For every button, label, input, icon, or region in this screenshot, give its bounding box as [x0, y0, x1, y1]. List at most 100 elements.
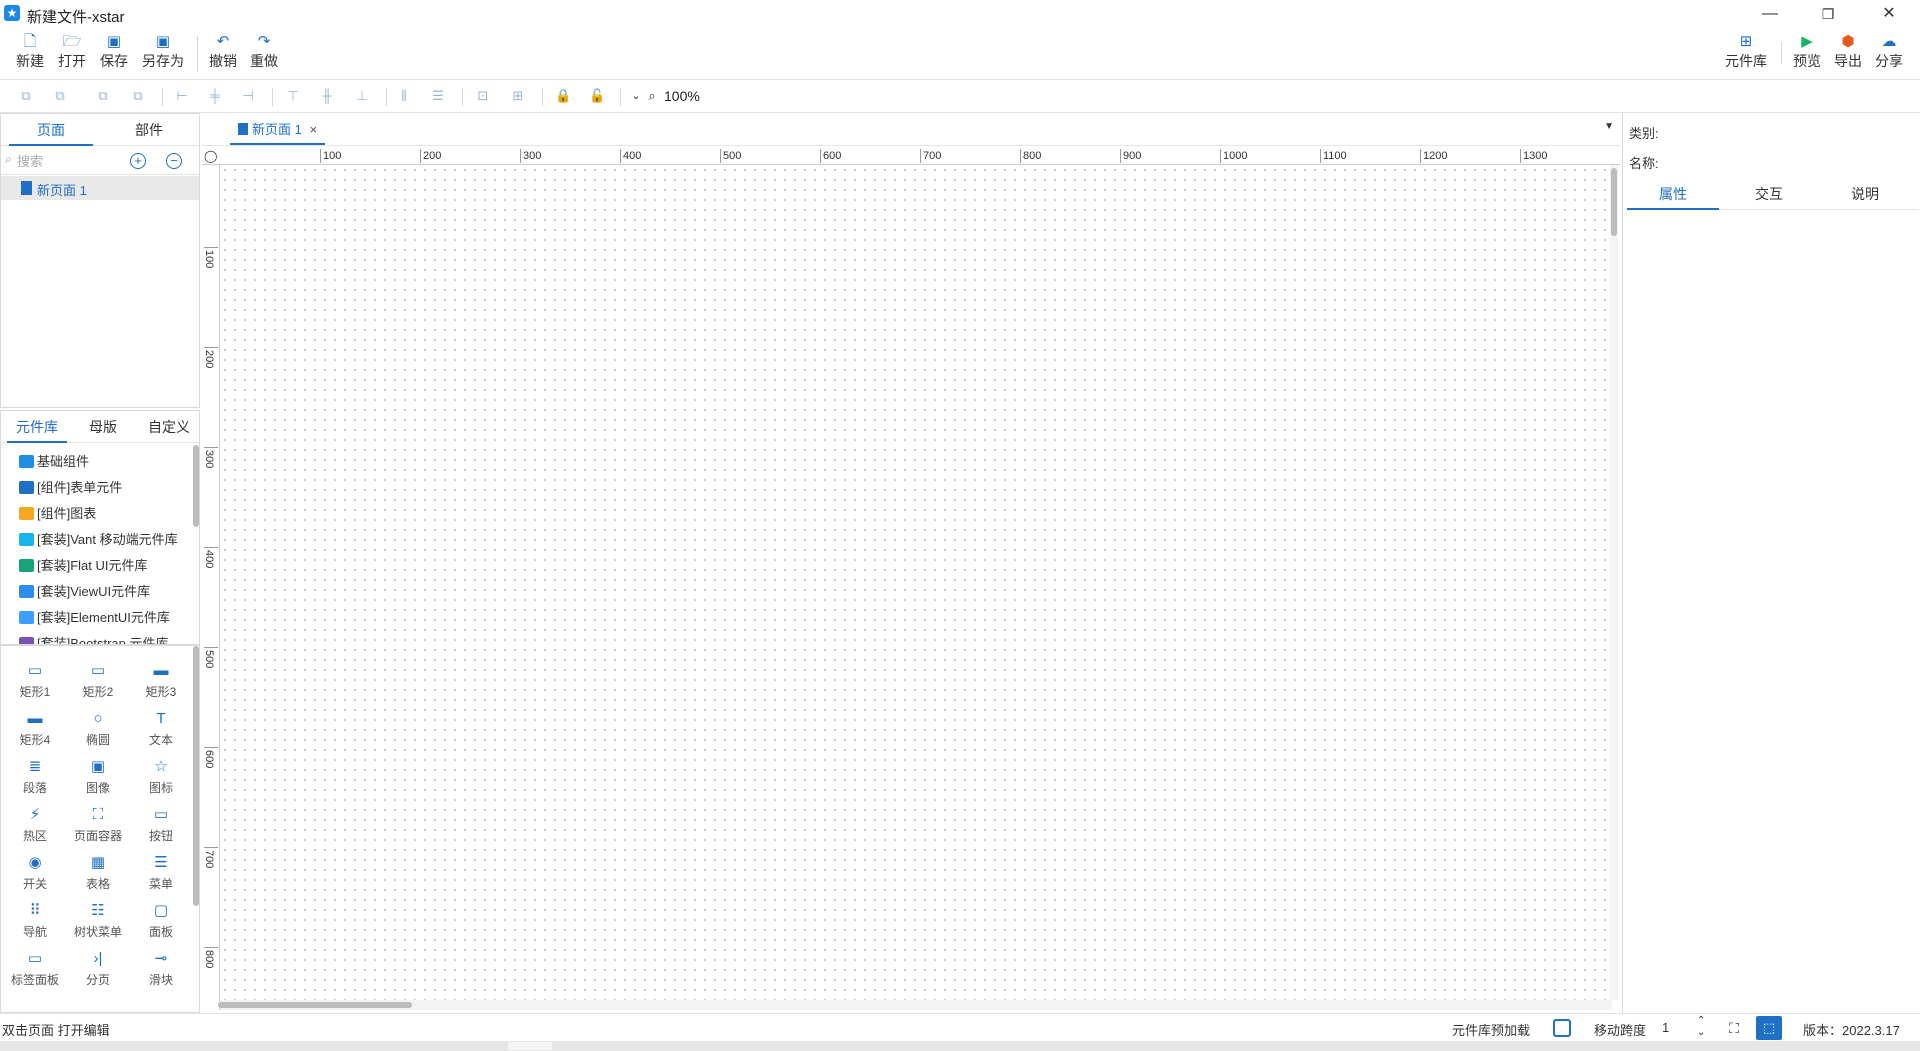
library-item[interactable]: [套装]Bootstrap 元件库 [19, 633, 168, 644]
tab-custom[interactable]: 自定义 [139, 411, 199, 443]
component-item[interactable]: ☰ 菜单 [129, 850, 193, 896]
tabs-dropdown-icon[interactable]: ▼ [1604, 121, 1614, 132]
name-label: 名称: [1629, 156, 1659, 171]
bottom-scrollbar[interactable] [508, 1042, 552, 1050]
library-item[interactable]: [组件]表单元件 [19, 477, 122, 499]
align-left-icon[interactable]: ⊢ [174, 88, 190, 104]
align-center-icon[interactable]: ╪ [207, 88, 223, 104]
align-top-icon[interactable]: ⊤ [285, 88, 301, 104]
page-list-item[interactable]: 新页面 1 [1, 176, 199, 200]
distribute-horizontal-icon[interactable]: ⫼ [396, 88, 412, 104]
library-button[interactable]: ⊞ 元件库 [1722, 32, 1770, 76]
component-item[interactable]: ○ 椭圆 [66, 706, 130, 752]
canvas-horizontal-scrollbar[interactable] [218, 1002, 412, 1008]
page-icon [21, 181, 32, 195]
export-button[interactable]: ⬢ 导出 [1831, 32, 1865, 76]
component-item[interactable]: T 文本 [129, 706, 193, 752]
ruler-label: 700 [203, 850, 215, 869]
components-scrollbar[interactable] [193, 646, 199, 906]
canvas-horizontal-scrollbar-track[interactable] [220, 1000, 1612, 1010]
share-button[interactable]: ☁ 分享 [1872, 32, 1906, 76]
library-item[interactable]: [套装]Vant 移动端元件库 [19, 529, 178, 551]
fit-screen-icon[interactable]: ⛶ [1724, 1018, 1744, 1038]
align-middle-icon[interactable]: ╫ [319, 88, 335, 104]
redo-button[interactable]: ↷ 重做 [247, 32, 281, 76]
component-item[interactable]: ☆ 图标 [129, 754, 193, 800]
zoom-level[interactable]: 100% [664, 88, 700, 104]
open-button[interactable]: 🗁 打开 [54, 32, 90, 76]
component-item[interactable]: ⠿ 导航 [3, 898, 67, 944]
preload-checkbox[interactable] [1553, 1019, 1571, 1037]
bring-front-icon[interactable]: ⧉ [18, 88, 34, 104]
design-canvas[interactable] [220, 165, 1612, 1000]
save-as-button[interactable]: ▣ 另存为 [138, 32, 188, 76]
align-bottom-icon[interactable]: ⊥ [354, 88, 370, 104]
select-mode-icon[interactable]: ⬚ [1756, 1016, 1782, 1040]
group-icon[interactable]: ⊡ [475, 88, 491, 104]
library-item[interactable]: [套装]ElementUI元件库 [19, 607, 170, 629]
bring-forward-icon[interactable]: ⧉ [95, 88, 111, 104]
star-icon: ☆ [154, 758, 168, 775]
ruler-label: 1300 [1523, 150, 1548, 162]
component-item[interactable]: ▬ 矩形4 [3, 706, 67, 752]
library-item[interactable]: [组件]图表 [19, 503, 96, 525]
tab-library[interactable]: 元件库 [7, 411, 67, 443]
align-right-icon[interactable]: ⊣ [240, 88, 256, 104]
save-button[interactable]: ▣ 保存 [96, 32, 132, 76]
send-backward-icon[interactable]: ⧉ [130, 88, 146, 104]
component-item[interactable]: ▭ 按钮 [129, 802, 193, 848]
unlock-icon[interactable]: 🔓 [589, 88, 605, 104]
tab-interactions[interactable]: 交互 [1723, 178, 1815, 210]
component-item[interactable]: ▢ 面板 [129, 898, 193, 944]
component-item[interactable]: ≣ 段落 [3, 754, 67, 800]
component-item[interactable]: ⚡ 热区 [3, 802, 67, 848]
undo-button[interactable]: ↶ 撤销 [206, 32, 240, 76]
component-item[interactable]: ☷ 树状菜单 [66, 898, 130, 944]
ruler-origin-icon[interactable]: ◯ [204, 149, 217, 163]
library-scrollbar[interactable] [193, 445, 199, 527]
component-item[interactable]: ⊸ 滑块 [129, 946, 193, 992]
component-item[interactable]: ◉ 开关 [3, 850, 67, 896]
library-item[interactable]: [套装]Flat UI元件库 [19, 555, 148, 577]
zoom-search-icon[interactable]: ⌕ [644, 88, 660, 104]
document-tab[interactable]: 新页面 1 × [230, 118, 326, 145]
page-search-input[interactable] [17, 151, 117, 171]
close-tab-icon[interactable]: × [309, 122, 317, 137]
library-item[interactable]: 基础组件 [19, 451, 89, 473]
send-back-icon[interactable]: ⧉ [52, 88, 68, 104]
canvas-vertical-scrollbar[interactable] [1611, 168, 1617, 236]
tab-pages[interactable]: 页面 [9, 114, 93, 146]
ruler-tick [204, 847, 218, 848]
component-item[interactable]: ›| 分页 [66, 946, 130, 992]
move-step-value[interactable]: 1 [1662, 1020, 1669, 1035]
library-item[interactable]: [套装]ViewUI元件库 [19, 581, 150, 603]
component-item[interactable]: ⛶ 页面容器 [66, 802, 130, 848]
component-item[interactable]: ▦ 表格 [66, 850, 130, 896]
component-item[interactable]: ▭ 标签面板 [3, 946, 67, 992]
tab-widgets[interactable]: 部件 [107, 114, 191, 146]
canvas-vertical-scrollbar-track[interactable] [1610, 165, 1618, 1000]
component-item[interactable]: ▬ 矩形3 [129, 658, 193, 704]
tab-properties[interactable]: 属性 [1627, 178, 1719, 210]
new-button[interactable]: 🗋 新建 [12, 32, 48, 76]
slider-icon: ⊸ [154, 950, 168, 967]
move-step-stepper[interactable]: ⌃ ⌄ [1697, 1015, 1705, 1039]
remove-page-icon[interactable]: − [166, 153, 182, 169]
preview-button[interactable]: ▶ 预览 [1790, 32, 1824, 76]
tab-notes[interactable]: 说明 [1819, 178, 1911, 210]
component-item[interactable]: ▭ 矩形2 [66, 658, 130, 704]
distribute-vertical-icon[interactable]: ☰ [430, 88, 446, 104]
format-divider [542, 88, 543, 106]
maximize-button[interactable]: ❐ [1805, 0, 1851, 28]
component-item[interactable]: ▣ 图像 [66, 754, 130, 800]
rectangle-light-icon: ▬ [153, 662, 169, 679]
minimize-button[interactable]: — [1747, 0, 1793, 28]
zoom-dropdown-chevron-icon[interactable]: ⌄ [628, 88, 644, 104]
lock-icon[interactable]: 🔒 [555, 88, 571, 104]
tab-masters[interactable]: 母版 [73, 411, 133, 443]
close-button[interactable]: ✕ [1866, 0, 1912, 28]
component-item[interactable]: ▭ 矩形1 [3, 658, 67, 704]
add-page-icon[interactable]: + [130, 153, 146, 169]
ungroup-icon[interactable]: ⊞ [510, 88, 526, 104]
horizontal-ruler: ◯ 100 200 300 400 500 600 700 800 900 1000 1100 120… [202, 147, 1620, 165]
